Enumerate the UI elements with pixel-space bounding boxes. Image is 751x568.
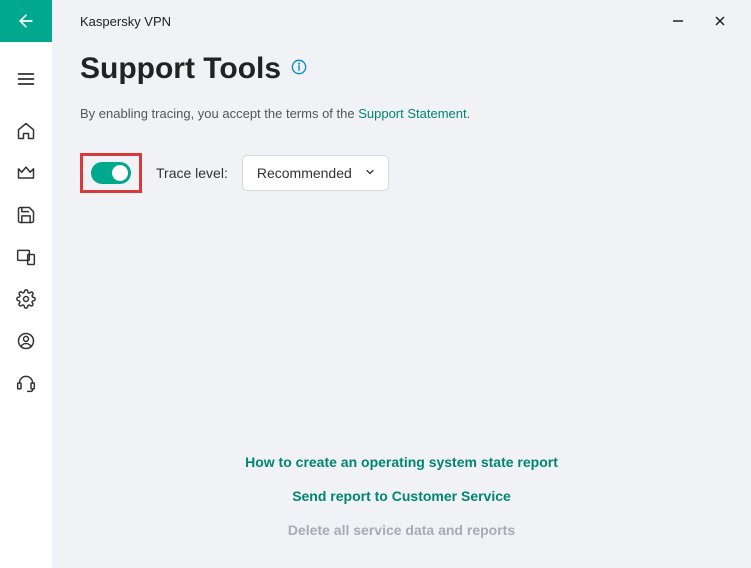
info-icon [291,59,307,75]
support-statement-link[interactable]: Support Statement [358,106,466,121]
save-icon [16,205,36,225]
app-title: Kaspersky VPN [80,14,171,29]
trace-level-label: Trace level: [156,165,228,181]
highlight-annotation [80,153,142,193]
info-button[interactable] [291,59,307,80]
sidebar-item-crown[interactable] [0,152,52,194]
notice-text-prefix: By enabling tracing, you accept the term… [80,106,358,121]
arrow-left-icon [16,11,36,31]
menu-icon [16,69,36,89]
chevron-down-icon [364,165,376,181]
user-icon [16,331,36,351]
sidebar-item-support[interactable] [0,362,52,404]
sidebar-item-devices[interactable] [0,236,52,278]
link-send-report[interactable]: Send report to Customer Service [292,488,511,504]
trace-level-dropdown[interactable]: Recommended [242,155,389,191]
page-title: Support Tools [80,52,281,86]
close-button[interactable] [699,0,741,42]
minimize-button[interactable] [657,0,699,42]
tracing-toggle[interactable] [91,162,131,184]
link-delete-data: Delete all service data and reports [288,522,515,538]
minimize-icon [671,14,685,28]
link-create-report[interactable]: How to create an operating system state … [245,454,558,470]
tracing-notice: By enabling tracing, you accept the term… [80,106,723,121]
crown-icon [16,163,36,183]
sidebar-item-save[interactable] [0,194,52,236]
home-icon [16,121,36,141]
sidebar-item-home[interactable] [0,110,52,152]
page-title-row: Support Tools [80,52,723,86]
headset-icon [16,373,36,393]
close-icon [713,14,727,28]
back-button[interactable] [0,0,52,42]
dropdown-value: Recommended [257,165,352,181]
sidebar-item-profile[interactable] [0,320,52,362]
toggle-knob [112,165,128,181]
gear-icon [16,289,36,309]
footer-links: How to create an operating system state … [80,454,723,538]
content: Support Tools By enabling tracing, you a… [52,42,751,568]
main-panel: Kaspersky VPN Support Tools By enabling … [52,0,751,568]
menu-button[interactable] [0,58,52,100]
notice-text-suffix: . [467,106,471,121]
devices-icon [16,247,36,267]
titlebar: Kaspersky VPN [52,0,751,42]
trace-row: Trace level: Recommended [80,153,723,193]
sidebar [0,0,52,568]
sidebar-item-settings[interactable] [0,278,52,320]
